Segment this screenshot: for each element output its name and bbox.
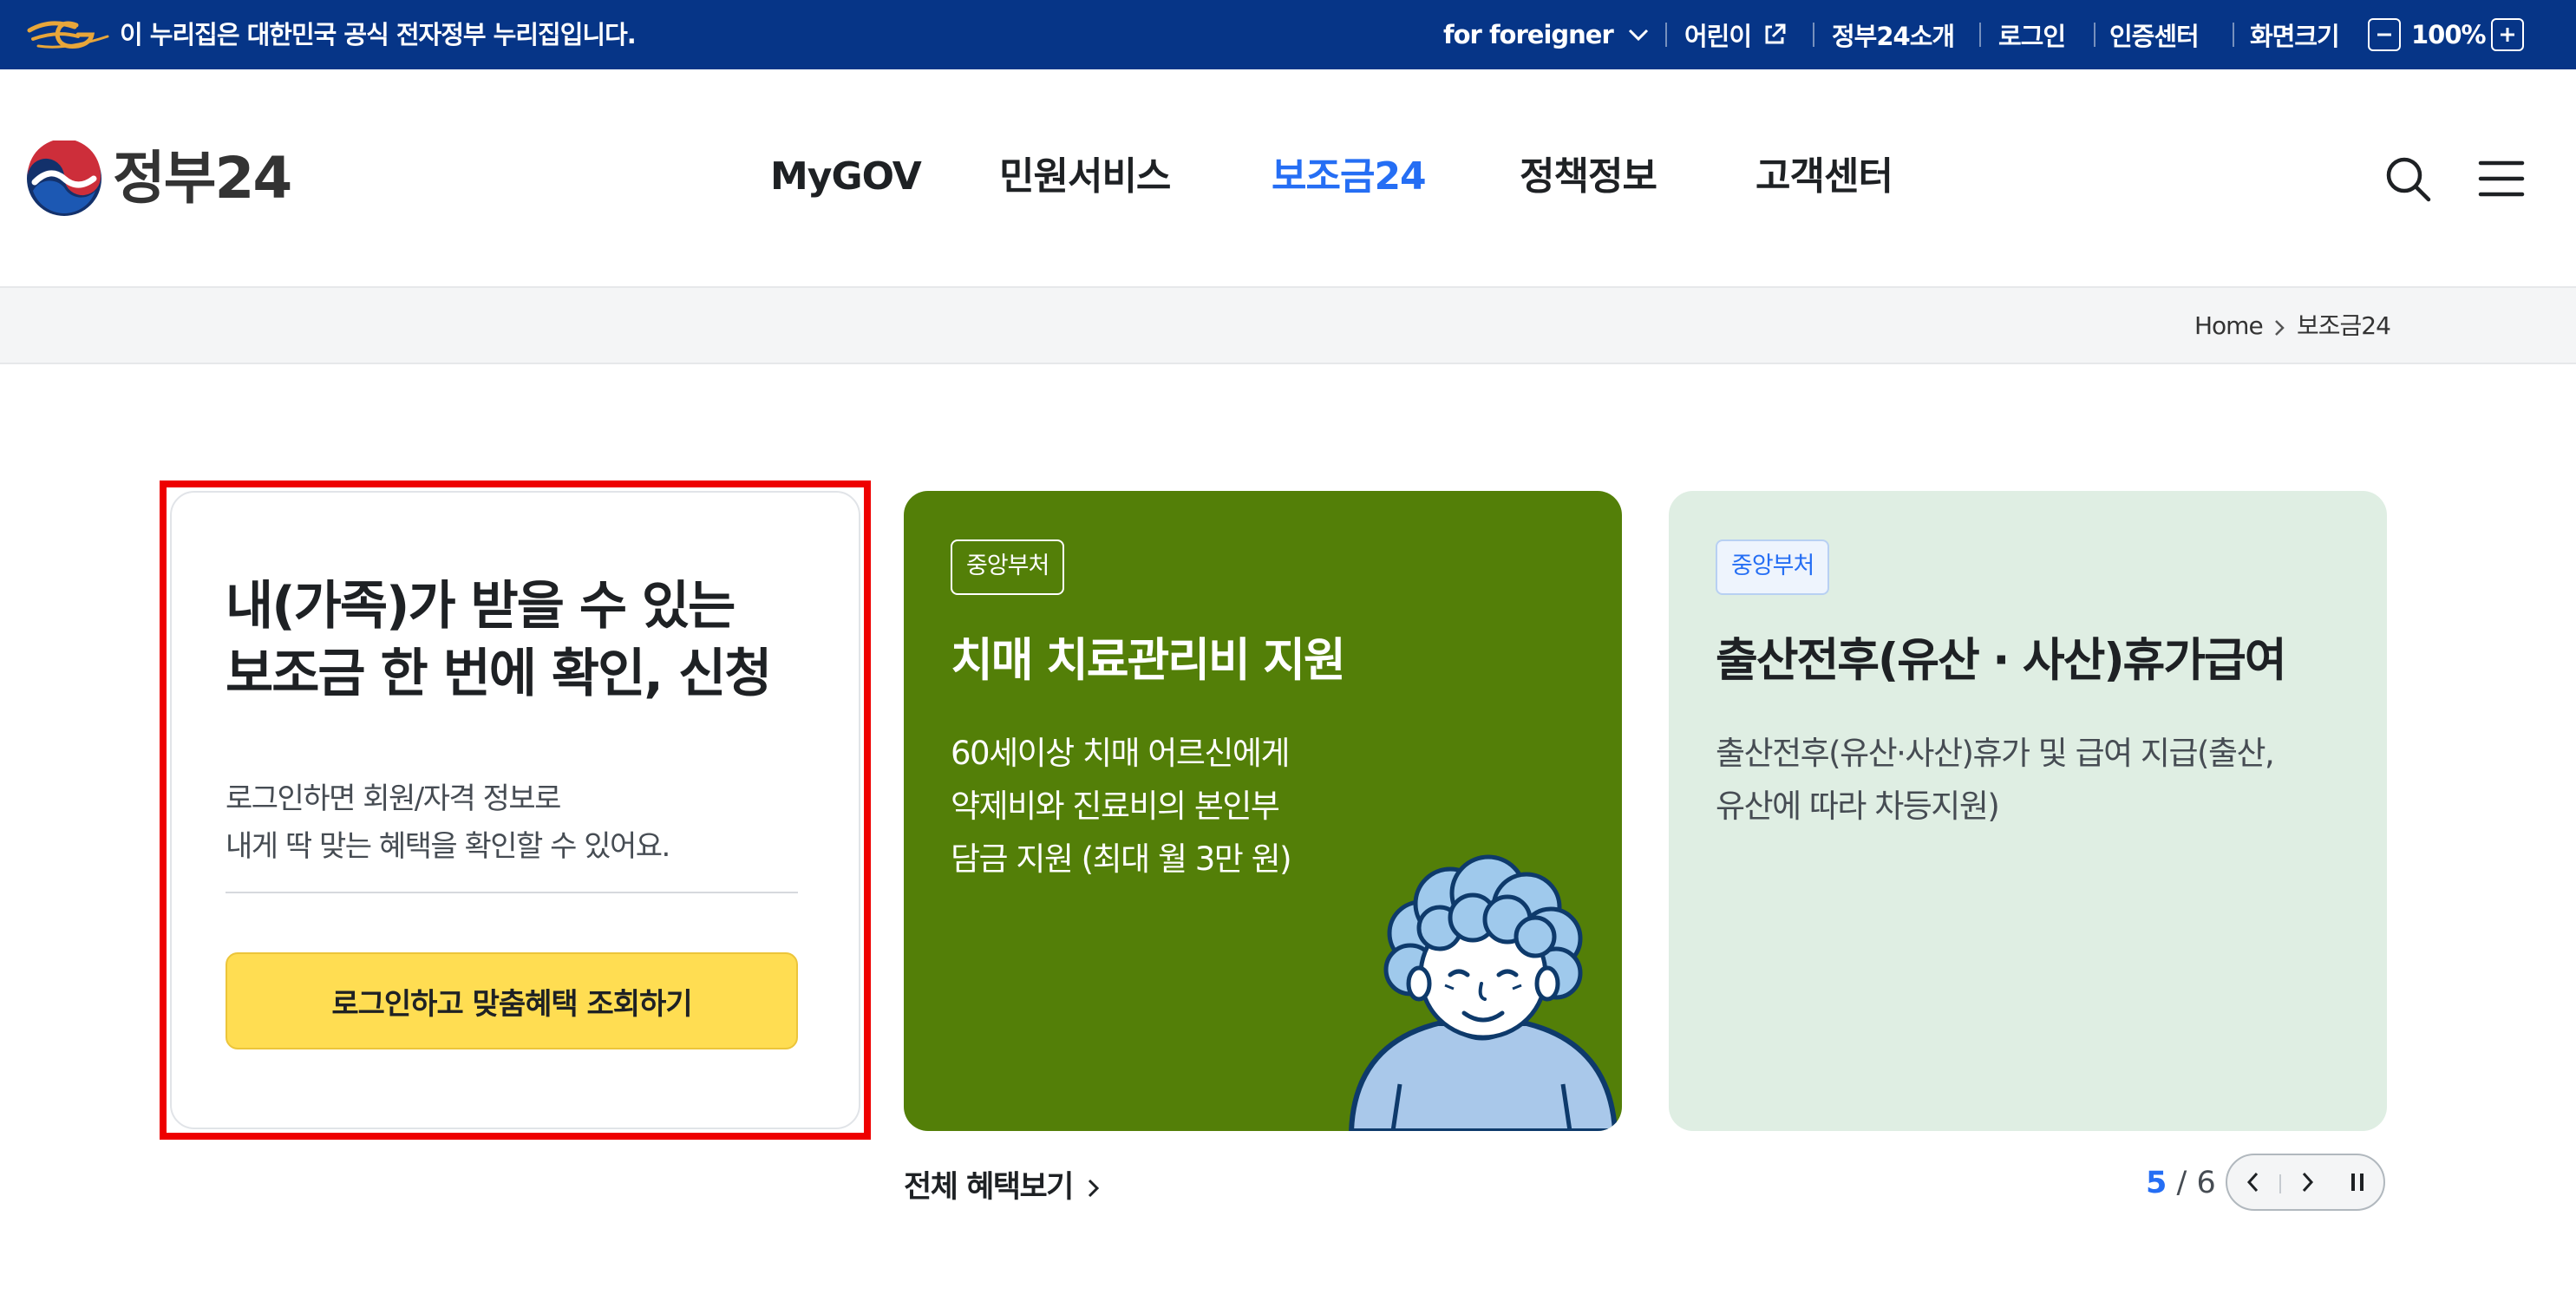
screen-size-label-wrap: 화면크기	[2250, 17, 2340, 52]
slide-controls	[2226, 1154, 2385, 1211]
chevron-down-icon	[1628, 29, 1648, 42]
breadcrumb-chevron-icon	[2275, 320, 2285, 336]
login-card-title-line2: 보조금 한 번에 확인, 신청	[226, 644, 772, 704]
next-slide-button[interactable]	[2281, 1155, 2333, 1209]
breadcrumb-home[interactable]: Home	[2194, 309, 2264, 343]
central-ministry-badge: 중앙부처	[1716, 539, 1830, 595]
slide-counter: 5 / 6	[2146, 1160, 2216, 1206]
cert-center-link[interactable]: 인증센터	[2109, 17, 2200, 52]
login-card-title-line1: 내(가족)가 받을 수 있는	[226, 576, 736, 637]
benefit-desc-line: 약제비와 진료비의 본인부	[951, 788, 1280, 825]
for-foreigner-label: for foreigner	[1443, 20, 1614, 49]
next-arrow-icon	[2302, 1172, 2314, 1193]
kids-link[interactable]: 어린이	[1684, 17, 1788, 52]
breadcrumb: Home 보조금24	[0, 286, 2576, 364]
login-card-desc-line1: 로그인하면 회원/자격 정보로	[226, 781, 561, 816]
slide-current: 5	[2146, 1166, 2167, 1200]
zoom-in-icon	[2501, 28, 2514, 42]
prev-arrow-icon	[2246, 1172, 2259, 1193]
util-divider	[1665, 23, 1667, 47]
search-icon[interactable]	[2382, 153, 2434, 205]
gov-eg-icon	[27, 21, 109, 49]
view-all-benefits-link[interactable]: 전체 혜택보기	[904, 1166, 1102, 1209]
zoom-in-button[interactable]	[2491, 18, 2524, 51]
gov-banner-bar: 이 누리집은 대한민국 공식 전자정부 누리집입니다. for foreigne…	[0, 0, 2576, 69]
login-card-description: 로그인하면 회원/자격 정보로 내게 딱 맞는 혜택을 확인할 수 있어요.	[226, 775, 833, 871]
util-divider	[1979, 23, 1981, 47]
nav-policy-info[interactable]: 정책정보	[1520, 146, 1657, 208]
hamburger-menu-icon[interactable]	[2475, 153, 2527, 205]
for-foreigner-dropdown[interactable]: for foreigner	[1443, 17, 1651, 52]
official-site-notice: 이 누리집은 대한민국 공식 전자정부 누리집입니다.	[120, 20, 637, 49]
login-card-divider	[226, 892, 798, 893]
benefit-desc-line: 유산에 따라 차등지원)	[1716, 788, 2000, 825]
nav-customer-center[interactable]: 고객센터	[1755, 146, 1893, 208]
central-ministry-badge: 중앙부처	[951, 539, 1065, 595]
grandmother-illustration	[1348, 854, 1618, 1131]
cert-center-label: 인증센터	[2109, 22, 2200, 51]
util-divider	[2233, 23, 2234, 47]
login-benefit-card: 내(가족)가 받을 수 있는 보조금 한 번에 확인, 신청 로그인하면 회원/…	[170, 491, 860, 1129]
login-card-desc-line2: 내게 딱 맞는 혜택을 확인할 수 있어요.	[226, 829, 670, 864]
kids-label: 어린이	[1684, 22, 1752, 51]
top-login-label: 로그인	[1998, 22, 2066, 51]
zoom-out-button[interactable]	[2368, 18, 2401, 51]
benefit-card-description: 출산전후(유산·사산)휴가 및 급여 지급(출산, 유산에 따라 차등지원)	[1716, 727, 2357, 833]
view-all-benefits-label: 전체 혜택보기	[904, 1170, 1074, 1205]
about-link[interactable]: 정부24소개	[1832, 17, 1955, 52]
prev-slide-button[interactable]	[2227, 1155, 2279, 1209]
chevron-right-icon	[1088, 1179, 1100, 1198]
breadcrumb-current: 보조금24	[2297, 311, 2391, 340]
screen-size-label: 화면크기	[2250, 22, 2340, 51]
benefit-desc-line: 60세이상 치매 어르신에게	[951, 735, 1291, 772]
site-header: 정부24 MyGOV 민원서비스 보조금24 정책정보 고객센터	[0, 69, 2576, 286]
nav-subsidy24[interactable]: 보조금24	[1272, 146, 1427, 208]
benefit-card-dementia[interactable]: 중앙부처 치매 치료관리비 지원 60세이상 치매 어르신에게 약제비와 진료비…	[904, 491, 1622, 1131]
login-and-check-benefits-button[interactable]: 로그인하고 맞춤혜택 조회하기	[226, 952, 798, 1049]
zoom-value-wrap: 100%	[2411, 17, 2487, 52]
slide-separator: /	[2176, 1166, 2187, 1200]
login-card-title: 내(가족)가 받을 수 있는 보조금 한 번에 확인, 신청	[226, 572, 833, 708]
benefit-card-title: 출산전후(유산 · 사산)휴가급여	[1716, 634, 2287, 687]
zoom-value: 100%	[2411, 20, 2487, 49]
util-divider	[2094, 23, 2095, 47]
pause-icon	[2351, 1174, 2364, 1191]
site-logo-text[interactable]: 정부24	[113, 142, 292, 215]
zoom-out-icon	[2377, 33, 2391, 36]
util-divider	[1813, 23, 1814, 47]
external-link-icon	[1765, 23, 1786, 44]
benefit-card-title: 치매 치료관리비 지원	[951, 634, 1346, 687]
pause-slide-button[interactable]	[2331, 1155, 2383, 1209]
slide-total: 6	[2196, 1166, 2216, 1200]
taegeuk-logo-icon[interactable]	[26, 141, 102, 217]
benefit-card-maternity-leave[interactable]: 중앙부처 출산전후(유산 · 사산)휴가급여 출산전후(유산·사산)휴가 및 급…	[1669, 491, 2387, 1131]
benefit-desc-line: 출산전후(유산·사산)휴가 및 급여 지급(출산,	[1716, 735, 2275, 772]
nav-mygov[interactable]: MyGOV	[770, 146, 922, 208]
about-label: 정부24소개	[1832, 22, 1955, 51]
nav-civil-service[interactable]: 민원서비스	[999, 146, 1171, 208]
top-login-link[interactable]: 로그인	[1998, 17, 2066, 52]
